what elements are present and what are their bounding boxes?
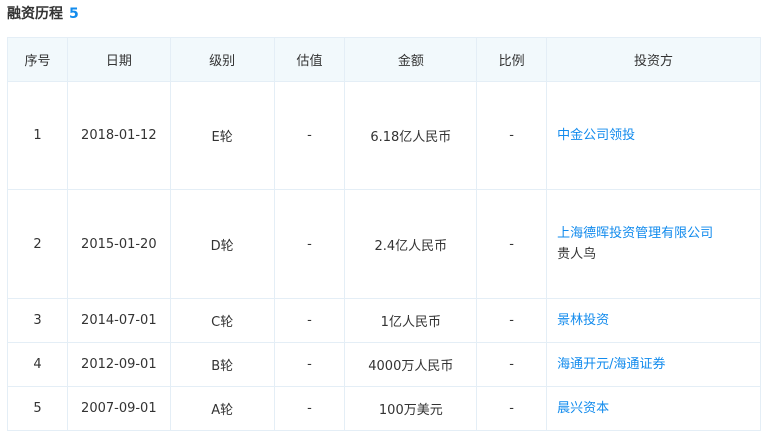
cell-round: A轮 <box>169 386 275 431</box>
cell-index: 3 <box>7 298 68 343</box>
cell-amount: 1亿人民币 <box>344 298 478 343</box>
record-count: 5 <box>69 6 79 22</box>
investor-link[interactable]: 晨兴资本 <box>557 398 756 419</box>
cell-ratio: - <box>476 81 548 190</box>
cell-date: 2018-01-12 <box>66 81 171 190</box>
cell-valuation: - <box>273 386 346 431</box>
cell-amount: 2.4亿人民币 <box>344 189 478 299</box>
cell-date: 2015-01-20 <box>66 189 171 299</box>
col-header-valuation: 估值 <box>273 37 346 82</box>
table-row: 5 2007-09-01 A轮 - 100万美元 - 晨兴资本 <box>7 386 761 431</box>
cell-valuation: - <box>273 298 346 343</box>
col-header-date: 日期 <box>66 37 171 82</box>
cell-index: 5 <box>7 386 68 431</box>
cell-ratio: - <box>476 342 548 387</box>
table-row: 1 2018-01-12 E轮 - 6.18亿人民币 - 中金公司领投 <box>7 81 761 190</box>
cell-round: B轮 <box>169 342 275 387</box>
cell-amount: 6.18亿人民币 <box>344 81 478 190</box>
cell-round: C轮 <box>169 298 275 343</box>
investor-link[interactable]: 景林投资 <box>557 310 756 331</box>
cell-ratio: - <box>476 189 548 299</box>
cell-ratio: - <box>476 298 548 343</box>
col-header-investors: 投资方 <box>546 37 761 82</box>
cell-investors: 晨兴资本 <box>546 386 761 431</box>
table-row: 3 2014-07-01 C轮 - 1亿人民币 - 景林投资 <box>7 298 761 343</box>
cell-valuation: - <box>273 342 346 387</box>
cell-amount: 4000万人民币 <box>344 342 478 387</box>
cell-valuation: - <box>273 189 346 299</box>
table-row: 2 2015-01-20 D轮 - 2.4亿人民币 - 上海德晖投资管理有限公司… <box>7 189 761 299</box>
investor-link[interactable]: 中金公司领投 <box>557 125 756 146</box>
cell-index: 1 <box>7 81 68 190</box>
cell-index: 2 <box>7 189 68 299</box>
cell-investors: 景林投资 <box>546 298 761 343</box>
table-row: 4 2012-09-01 B轮 - 4000万人民币 - 海通开元/海通证券 <box>7 342 761 387</box>
investor-link[interactable]: 上海德晖投资管理有限公司 <box>557 223 756 244</box>
cell-investors: 中金公司领投 <box>546 81 761 190</box>
section-title: 融资历程 5 <box>7 2 79 26</box>
cell-investors: 海通开元/海通证券 <box>546 342 761 387</box>
cell-round: D轮 <box>169 189 275 299</box>
cell-date: 2012-09-01 <box>66 342 171 387</box>
table-header-row: 序号 日期 级别 估值 金额 比例 投资方 <box>7 37 761 82</box>
investor-name: 贵人鸟 <box>557 247 597 262</box>
cell-round: E轮 <box>169 81 275 190</box>
cell-ratio: - <box>476 386 548 431</box>
section-title-text: 融资历程 <box>7 6 63 22</box>
col-header-round: 级别 <box>169 37 275 82</box>
col-header-index: 序号 <box>7 37 68 82</box>
cell-investors: 上海德晖投资管理有限公司 贵人鸟 <box>546 189 761 299</box>
cell-valuation: - <box>273 81 346 190</box>
cell-index: 4 <box>7 342 68 387</box>
investor-link[interactable]: 海通开元/海通证券 <box>557 354 756 375</box>
cell-date: 2014-07-01 <box>66 298 171 343</box>
cell-amount: 100万美元 <box>344 386 478 431</box>
financing-table: 序号 日期 级别 估值 金额 比例 投资方 1 2018-01-12 E轮 - … <box>7 37 761 431</box>
col-header-ratio: 比例 <box>476 37 548 82</box>
col-header-amount: 金额 <box>344 37 478 82</box>
cell-date: 2007-09-01 <box>66 386 171 431</box>
